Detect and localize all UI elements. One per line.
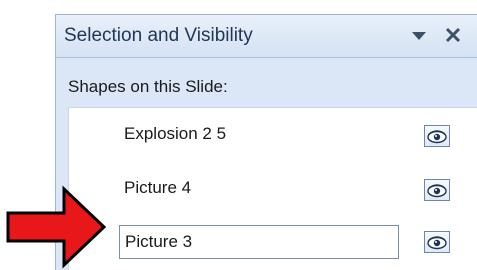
close-icon[interactable] [443,25,463,45]
shape-name[interactable]: Picture 4 [124,178,191,198]
shapes-list: Explosion 2 5 Picture 4 [68,107,477,270]
selection-visibility-pane: Selection and Visibility Shapes on this … [55,14,477,270]
screenshot-stage: Selection and Visibility Shapes on this … [0,0,477,270]
pane-title: Selection and Visibility [64,25,253,46]
red-arrow-icon [6,185,107,269]
shapes-section-label: Shapes on this Slide: [68,77,228,96]
eye-icon[interactable] [424,179,450,201]
pane-titlebar: Selection and Visibility [56,15,477,58]
list-item-editing[interactable] [69,220,477,268]
eye-icon[interactable] [424,231,450,253]
chevron-down-icon[interactable] [409,25,429,45]
shape-name[interactable]: Explosion 2 5 [124,124,226,144]
list-item[interactable]: Picture 4 [69,168,477,216]
shape-name-input[interactable] [119,225,399,259]
eye-icon[interactable] [424,125,450,147]
list-item[interactable]: Explosion 2 5 [69,114,477,162]
